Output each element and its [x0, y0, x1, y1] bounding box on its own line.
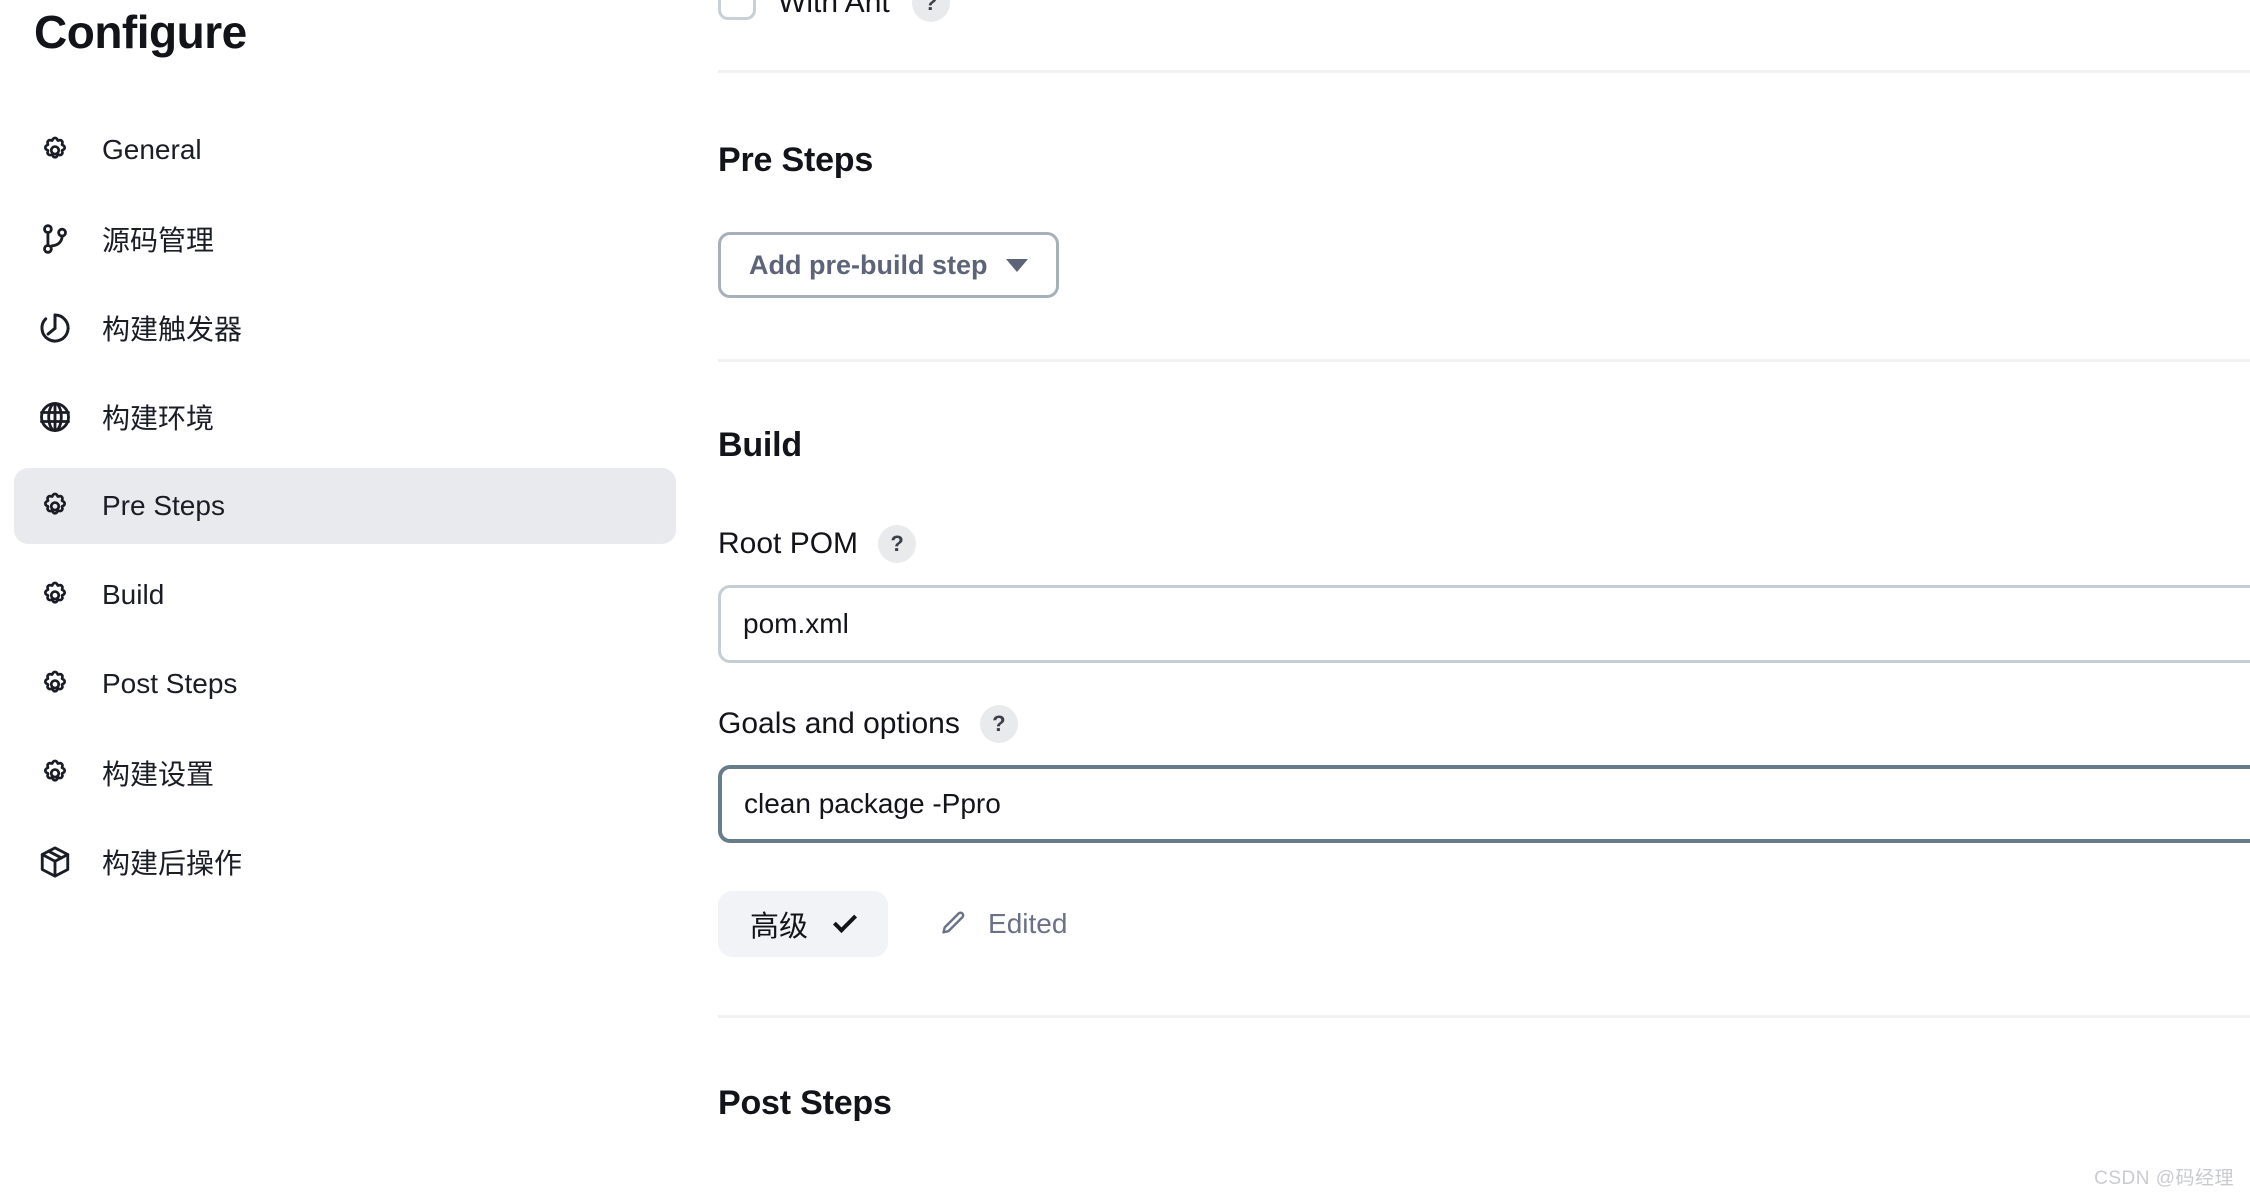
with-ant-label: With Ant	[778, 0, 890, 19]
sidebar-item-label: 构建后操作	[102, 848, 243, 879]
sidebar-item-build-settings[interactable]: 构建设置	[14, 735, 676, 811]
root-pom-label-row: Root POM ?	[718, 525, 2250, 563]
gear-icon	[36, 665, 74, 703]
root-pom-label: Root POM	[718, 527, 859, 560]
chevron-down-icon	[832, 908, 858, 933]
with-ant-checkbox[interactable]	[718, 0, 756, 20]
sidebar-item-label: General	[102, 134, 202, 165]
sidebar-item-label: 构建环境	[102, 403, 215, 434]
sidebar-item-label: Build	[102, 579, 165, 610]
sidebar-item-label: 构建触发器	[102, 314, 243, 345]
edited-status: Edited	[938, 908, 1067, 940]
with-ant-row: With Ant ?	[718, 0, 2250, 22]
sidebar-item-build[interactable]: Build	[14, 557, 676, 633]
gear-icon	[36, 754, 74, 792]
watermark: CSDN @码经理	[2094, 1168, 2234, 1189]
gear-icon	[36, 131, 74, 169]
sidebar-item-build-triggers[interactable]: 构建触发器	[14, 290, 676, 366]
caret-down-icon	[1005, 258, 1028, 272]
sidebar-item-pre-steps[interactable]: Pre Steps	[14, 468, 676, 544]
add-pre-build-step-label: Add pre-build step	[749, 249, 988, 280]
page-title: Configure	[34, 6, 247, 58]
main-content: With Ant ? Pre Steps Add pre-build step …	[690, 0, 2250, 1202]
gear-icon	[36, 576, 74, 614]
root-pom-input[interactable]	[718, 585, 2250, 663]
pre-steps-heading: Pre Steps	[718, 141, 874, 179]
sidebar-item-build-environment[interactable]: 构建环境	[14, 379, 676, 455]
sidebar-item-label: 构建设置	[102, 759, 215, 790]
package-icon	[36, 843, 74, 881]
divider	[718, 1015, 2250, 1018]
sidebar: Configure General 源码管理 构建触发器 构建环境 Pre St…	[0, 0, 690, 1202]
divider	[718, 70, 2250, 73]
divider	[718, 359, 2250, 362]
goals-label: Goals and options	[718, 707, 960, 740]
configure-page: Configure General 源码管理 构建触发器 构建环境 Pre St…	[0, 0, 2250, 1202]
advanced-button[interactable]: 高级	[718, 891, 889, 957]
sidebar-item-label: Pre Steps	[102, 490, 225, 521]
build-heading: Build	[718, 426, 802, 464]
help-icon[interactable]: ?	[878, 525, 917, 563]
sidebar-item-scm[interactable]: 源码管理	[14, 201, 676, 277]
add-pre-build-step-button[interactable]: Add pre-build step	[718, 232, 1059, 298]
sidebar-item-post-steps[interactable]: Post Steps	[14, 646, 676, 722]
git-branch-icon	[36, 220, 74, 258]
help-icon[interactable]: ?	[911, 0, 950, 22]
gear-icon	[36, 487, 74, 525]
post-steps-heading: Post Steps	[718, 1084, 892, 1122]
sidebar-item-label: Post Steps	[102, 668, 238, 699]
sidebar-item-general[interactable]: General	[14, 112, 676, 188]
goals-label-row: Goals and options ?	[718, 705, 2250, 743]
sidebar-item-post-build-actions[interactable]: 构建后操作	[14, 824, 676, 900]
globe-icon	[36, 398, 74, 436]
advanced-row: 高级 Edited	[718, 891, 2250, 957]
advanced-label: 高级	[750, 911, 809, 943]
sidebar-item-label: 源码管理	[102, 225, 215, 256]
edited-label: Edited	[988, 908, 1068, 939]
pencil-icon	[938, 909, 968, 939]
timer-icon	[36, 309, 74, 347]
sidebar-nav: General 源码管理 构建触发器 构建环境 Pre Steps Build …	[0, 112, 690, 900]
help-icon[interactable]: ?	[979, 705, 1018, 743]
goals-and-options-input[interactable]	[718, 765, 2250, 843]
